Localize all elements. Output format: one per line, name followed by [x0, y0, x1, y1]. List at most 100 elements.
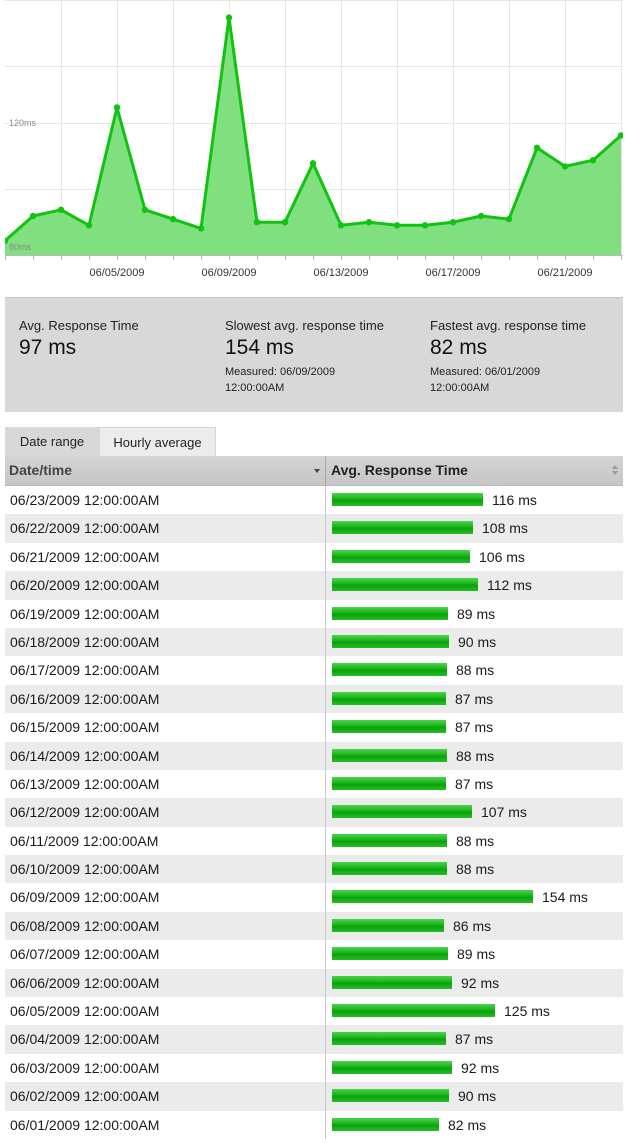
data-point[interactable]	[533, 144, 541, 151]
table-row: 06/03/2009 12:00:00AM 92 ms	[5, 1053, 623, 1083]
response-value: 108 ms	[482, 520, 528, 537]
slowest-response-label: Slowest avg. response time	[225, 318, 384, 333]
row-date: 06/21/2009 12:00:00AM	[10, 548, 160, 565]
row-date: 06/07/2009 12:00:00AM	[10, 946, 160, 963]
date-column-label: Date/time	[9, 462, 73, 478]
response-value: 87 ms	[455, 690, 494, 707]
response-value: 87 ms	[455, 1031, 494, 1048]
data-point[interactable]	[477, 212, 485, 220]
response-bar	[332, 521, 473, 535]
response-column-label: Avg. Response Time	[331, 462, 468, 478]
data-point[interactable]	[337, 222, 345, 229]
column-separator	[325, 1025, 326, 1054]
response-value: 90 ms	[458, 1088, 497, 1105]
column-separator	[325, 599, 326, 628]
row-date: 06/22/2009 12:00:00AM	[10, 520, 160, 537]
data-point[interactable]	[113, 104, 121, 111]
row-date: 06/03/2009 12:00:00AM	[10, 1059, 160, 1076]
response-bar	[332, 578, 478, 592]
data-point[interactable]	[561, 163, 569, 170]
row-date: 06/06/2009 12:00:00AM	[10, 974, 160, 991]
table-row: 06/08/2009 12:00:00AM 86 ms	[5, 911, 623, 941]
tab-hourly-average[interactable]: Hourly average	[99, 427, 216, 456]
data-point[interactable]	[225, 14, 233, 21]
data-point[interactable]	[253, 219, 261, 226]
table-row: 06/22/2009 12:00:00AM 108 ms	[5, 514, 623, 543]
response-value: 112 ms	[487, 577, 532, 594]
table-body: 06/23/2009 12:00:00AM 116 ms 06/22/2009 12…	[5, 486, 623, 1139]
row-date: 06/17/2009 12:00:00AM	[10, 662, 160, 679]
row-date: 06/13/2009 12:00:00AM	[10, 775, 160, 792]
table-row: 06/15/2009 12:00:00AM 87 ms	[5, 713, 623, 742]
date-column-header[interactable]: Date/time	[5, 456, 325, 485]
slowest-response-stat: Slowest avg. response time 154 ms Measur…	[225, 318, 384, 396]
row-date: 06/16/2009 12:00:00AM	[10, 690, 160, 707]
response-bar	[332, 493, 483, 506]
data-point[interactable]	[449, 219, 457, 226]
table-row: 06/10/2009 12:00:00AM 88 ms	[5, 855, 623, 884]
table-row: 06/06/2009 12:00:00AM 92 ms	[5, 968, 623, 998]
table-row: 06/01/2009 12:00:00AM 82 ms	[5, 1110, 623, 1139]
x-tick-label: 06/13/2009	[313, 267, 368, 279]
data-point[interactable]	[169, 215, 177, 223]
sort-toggle-icon[interactable]	[612, 465, 618, 475]
table-row: 06/20/2009 12:00:00AM 112 ms	[5, 571, 623, 600]
tab-date-range[interactable]: Date range	[5, 427, 99, 456]
row-date: 06/02/2009 12:00:00AM	[10, 1088, 160, 1105]
response-bar	[332, 1089, 449, 1103]
response-value: 88 ms	[456, 662, 495, 679]
response-bar	[332, 1117, 439, 1131]
column-separator	[325, 1082, 326, 1111]
column-separator	[325, 826, 326, 856]
response-value: 87 ms	[455, 775, 494, 792]
row-date: 06/10/2009 12:00:00AM	[10, 861, 160, 878]
data-point[interactable]	[309, 160, 317, 167]
column-separator	[325, 684, 326, 714]
row-date: 06/19/2009 12:00:00AM	[10, 605, 160, 622]
response-column-header[interactable]: Avg. Response Time	[326, 456, 623, 485]
row-date: 06/04/2009 12:00:00AM	[10, 1031, 160, 1048]
column-separator	[325, 855, 326, 884]
row-date: 06/14/2009 12:00:00AM	[10, 747, 160, 764]
fastest-response-stat: Fastest avg. response time 82 ms Measure…	[430, 318, 586, 396]
data-point[interactable]	[589, 157, 597, 164]
row-date: 06/20/2009 12:00:00AM	[10, 577, 160, 594]
fastest-measured-text: Measured: 06/01/2009 12:00:00AM	[430, 366, 541, 394]
response-value: 88 ms	[456, 861, 495, 878]
response-bar	[332, 720, 446, 734]
row-date: 06/18/2009 12:00:00AM	[10, 633, 160, 650]
sort-descending-icon[interactable]	[314, 469, 320, 473]
x-tick-label: 06/21/2009	[537, 267, 592, 279]
x-tick-label: 06/09/2009	[201, 267, 256, 279]
table-row: 06/12/2009 12:00:00AM 107 ms	[5, 798, 623, 827]
response-time-chart: 06/05/2009 06/09/2009 06/13/2009 06/17/2009…	[5, 0, 623, 290]
data-point[interactable]	[281, 219, 289, 226]
response-bar	[332, 862, 447, 876]
data-point[interactable]	[141, 206, 149, 213]
data-point[interactable]	[505, 215, 513, 223]
data-point[interactable]	[365, 219, 373, 226]
response-value: 92 ms	[461, 1059, 500, 1076]
column-separator	[325, 1110, 326, 1139]
data-point[interactable]	[393, 222, 401, 229]
response-bar	[332, 748, 447, 762]
response-value: 82 ms	[448, 1116, 487, 1133]
row-date: 06/15/2009 12:00:00AM	[10, 719, 160, 736]
table-row: 06/19/2009 12:00:00AM 89 ms	[5, 599, 623, 628]
response-bar	[332, 805, 472, 819]
response-bar	[332, 691, 446, 705]
row-date: 06/12/2009 12:00:00AM	[10, 804, 160, 821]
row-date: 06/09/2009 12:00:00AM	[10, 889, 160, 906]
data-point[interactable]	[57, 206, 65, 213]
data-point[interactable]	[197, 225, 205, 232]
data-point[interactable]	[29, 212, 37, 220]
data-point[interactable]	[421, 222, 429, 229]
response-value: 106 ms	[479, 548, 525, 565]
data-point[interactable]	[85, 222, 93, 229]
response-bar	[332, 606, 448, 620]
table-row: 06/09/2009 12:00:00AM 154 ms	[5, 883, 623, 912]
response-bar	[332, 663, 447, 677]
response-value: 89 ms	[457, 946, 496, 963]
response-value: 87 ms	[455, 719, 494, 736]
table-row: 06/14/2009 12:00:00AM 88 ms	[5, 741, 623, 770]
